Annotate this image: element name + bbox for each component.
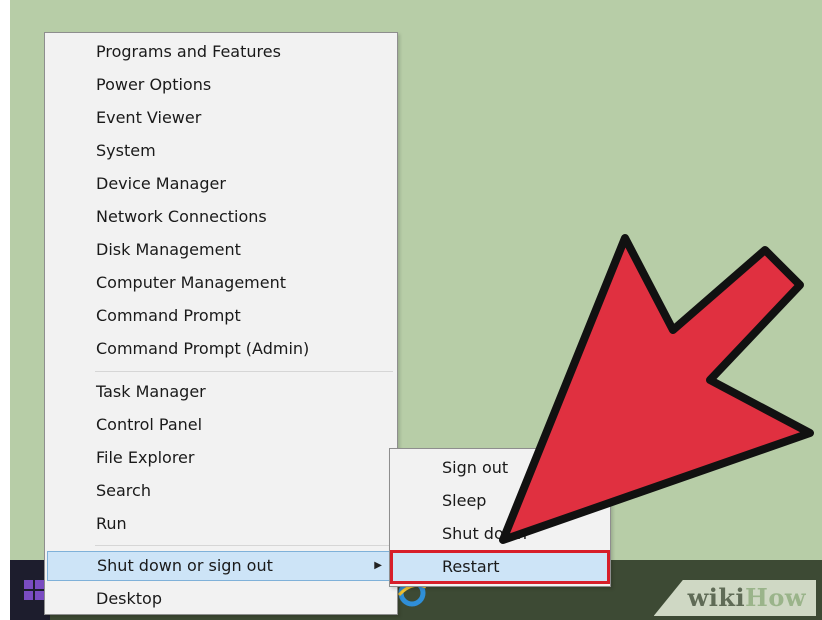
menu-item-computer-management[interactable]: Computer Management — [47, 268, 395, 298]
menu-item-task-manager[interactable]: Task Manager — [47, 377, 395, 407]
menu-item-device-manager[interactable]: Device Manager — [47, 169, 395, 199]
menu-item-network-connections[interactable]: Network Connections — [47, 202, 395, 232]
watermark-part1: wiki — [687, 583, 746, 612]
menu-item-control-panel[interactable]: Control Panel — [47, 410, 395, 440]
submenu-item-restart[interactable]: Restart — [390, 550, 610, 584]
shutdown-label: Shut down or sign out — [97, 556, 273, 575]
menu-item-command-prompt[interactable]: Command Prompt — [47, 301, 395, 331]
menu-item-programs-and-features[interactable]: Programs and Features — [47, 37, 395, 67]
context-menu: Programs and Features Power Options Even… — [44, 32, 398, 615]
chevron-right-icon: ▶ — [374, 560, 382, 571]
shutdown-submenu: Sign out Sleep Shut down Restart — [389, 448, 611, 587]
menu-item-shut-down-or-sign-out[interactable]: Shut down or sign out ▶ — [47, 551, 395, 581]
menu-item-event-viewer[interactable]: Event Viewer — [47, 103, 395, 133]
submenu-item-sign-out[interactable]: Sign out — [392, 453, 608, 483]
menu-item-search[interactable]: Search — [47, 476, 395, 506]
menu-item-command-prompt-admin[interactable]: Command Prompt (Admin) — [47, 334, 395, 364]
menu-separator — [95, 545, 393, 546]
submenu-item-sleep[interactable]: Sleep — [392, 486, 608, 516]
left-edge-strip — [0, 0, 10, 620]
menu-item-run[interactable]: Run — [47, 509, 395, 539]
menu-item-desktop[interactable]: Desktop — [47, 584, 395, 614]
watermark-part2: How — [745, 583, 806, 612]
menu-separator — [95, 371, 393, 372]
submenu-item-shut-down[interactable]: Shut down — [392, 519, 608, 549]
menu-item-disk-management[interactable]: Disk Management — [47, 235, 395, 265]
menu-item-power-options[interactable]: Power Options — [47, 70, 395, 100]
menu-item-system[interactable]: System — [47, 136, 395, 166]
menu-item-file-explorer[interactable]: File Explorer — [47, 443, 395, 473]
windows-logo-icon — [24, 580, 44, 600]
